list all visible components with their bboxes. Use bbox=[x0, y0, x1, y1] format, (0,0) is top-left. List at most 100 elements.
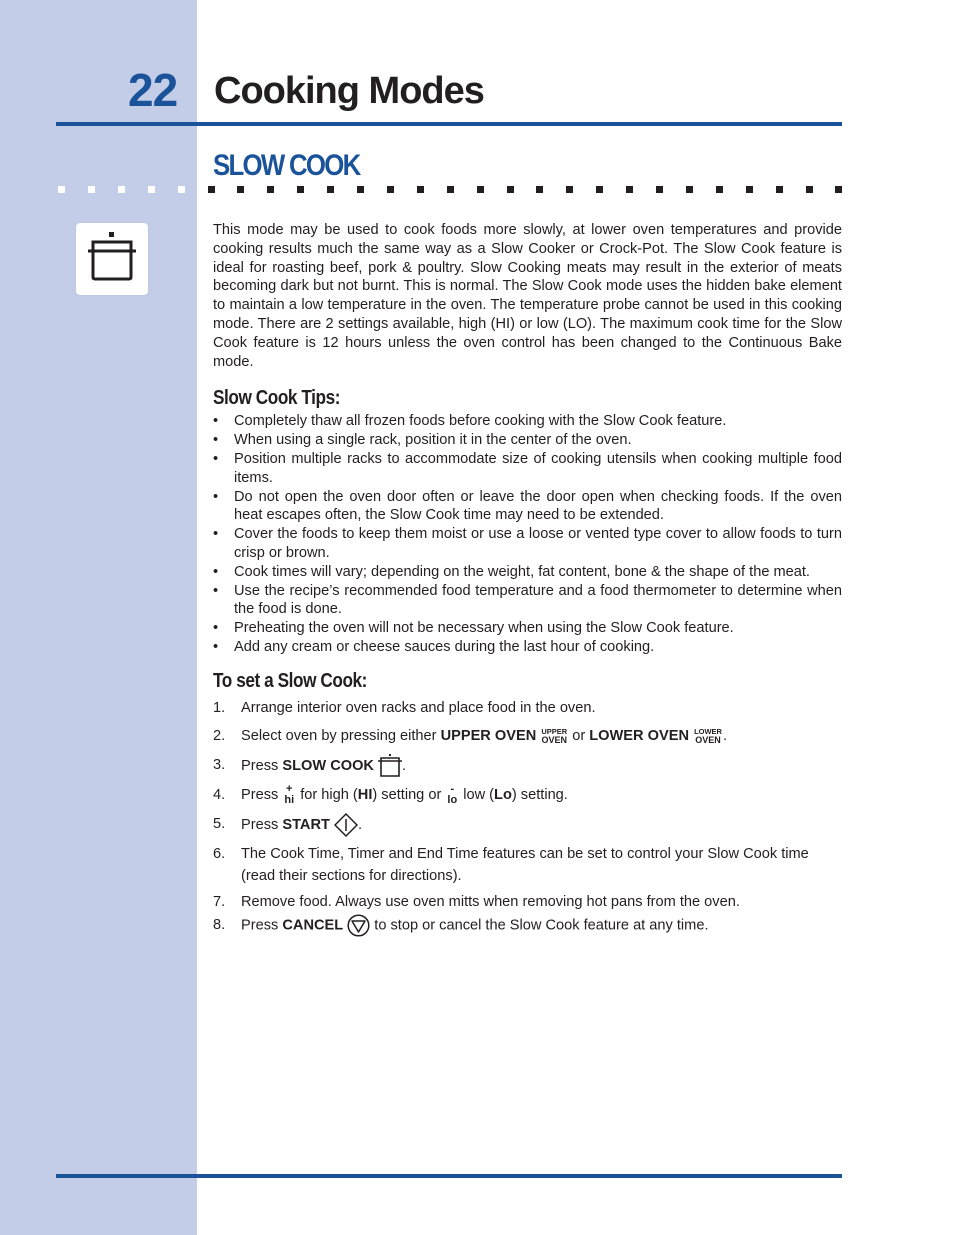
slow-cook-mode-tile bbox=[76, 223, 148, 295]
upper-oven-key-icon: UPPER OVEN bbox=[541, 727, 567, 745]
tip-item: Cover the foods to keep them moist or us… bbox=[213, 525, 842, 563]
step-text: Press bbox=[241, 917, 283, 934]
step-text: . bbox=[357, 816, 363, 833]
lower-oven-key-icon: LOWER OVEN bbox=[694, 727, 722, 745]
tip-item: Completely thaw all frozen foods before … bbox=[213, 412, 842, 431]
step-number: 5. bbox=[213, 815, 226, 832]
steps-list: 1. Arrange interior oven racks and place… bbox=[213, 697, 842, 938]
lo-code: Lo bbox=[494, 787, 512, 804]
slow-cook-pot-icon bbox=[88, 232, 136, 281]
divider-dot bbox=[386, 186, 394, 193]
divider-dot bbox=[476, 186, 484, 193]
step-item: 3. Press SLOW COOK . bbox=[213, 753, 842, 778]
content: This mode may be used to cook foods more… bbox=[213, 221, 842, 944]
step-text: . bbox=[402, 757, 407, 774]
step-text: . bbox=[722, 728, 728, 745]
divider-dot bbox=[506, 186, 514, 193]
lower-oven-label: LOWER OVEN bbox=[589, 728, 689, 745]
divider-dot bbox=[207, 186, 215, 193]
divider-dot bbox=[626, 186, 634, 193]
slow-cook-pot-icon bbox=[378, 753, 403, 777]
step-number: 2. bbox=[213, 728, 226, 745]
step-text: The Cook Time, Timer and End Time featur… bbox=[241, 846, 809, 885]
step-number: 4. bbox=[213, 787, 226, 804]
divider-dot bbox=[58, 186, 65, 193]
step-number: 1. bbox=[213, 699, 226, 716]
step-item: 8. Press CANCEL to stop or cancel the Sl… bbox=[213, 914, 842, 937]
footer-rule bbox=[56, 1174, 842, 1178]
divider-dot bbox=[775, 186, 783, 193]
hi-code: HI bbox=[357, 787, 373, 804]
divider-dot bbox=[596, 186, 604, 193]
divider-dot bbox=[87, 186, 95, 193]
step-item: 7. Remove food. Always use oven mitts wh… bbox=[213, 891, 842, 913]
tip-item: Use the recipe’s recommended food temper… bbox=[213, 582, 842, 620]
page-number: 22 bbox=[128, 64, 178, 116]
divider-dot bbox=[357, 186, 364, 193]
step-number: 8. bbox=[213, 917, 226, 934]
divider-dot bbox=[566, 186, 574, 193]
step-number: 3. bbox=[213, 756, 226, 773]
key-text-bottom: lo bbox=[447, 794, 458, 807]
tip-item: Position multiple racks to accommodate s… bbox=[213, 450, 842, 488]
slow-cook-key-label: SLOW COOK bbox=[282, 757, 374, 774]
dotted-divider bbox=[58, 186, 848, 194]
key-text-bottom: OVEN bbox=[541, 734, 567, 745]
divider-dot bbox=[805, 186, 813, 193]
step-item: 2. Select oven by pressing either UPPER … bbox=[213, 725, 842, 747]
step-text: Press bbox=[241, 757, 283, 774]
key-text-bottom: hi bbox=[284, 794, 295, 807]
tip-item: Add any cream or cheese sauces during th… bbox=[213, 638, 842, 657]
section-title: SLOW COOK bbox=[213, 149, 361, 182]
divider-dot bbox=[416, 186, 424, 193]
tip-item: When using a single rack, position it in… bbox=[213, 431, 842, 450]
steps-heading: To set a Slow Cook: bbox=[213, 669, 367, 692]
upper-oven-label: UPPER OVEN bbox=[440, 728, 537, 745]
step-text: or bbox=[568, 728, 590, 745]
divider-dot bbox=[685, 186, 693, 193]
divider-dot bbox=[446, 186, 454, 193]
step-text: ) setting. bbox=[511, 787, 568, 804]
step-text: to stop or cancel the Slow Cook feature … bbox=[370, 917, 709, 934]
step-text: Press bbox=[241, 787, 283, 804]
step-number: 6. bbox=[213, 846, 226, 863]
divider-dot bbox=[177, 186, 185, 193]
step-text: Arrange interior oven racks and place fo… bbox=[241, 699, 596, 716]
start-key-label: START bbox=[282, 816, 330, 833]
divider-dot bbox=[745, 186, 753, 193]
step-text: ) setting or bbox=[372, 787, 446, 804]
step-item: 4. Press + hi for high (HI) setting or -l… bbox=[213, 784, 842, 806]
cancel-key-label: CANCEL bbox=[282, 917, 344, 934]
tip-item: Preheating the oven will not be necessar… bbox=[213, 619, 842, 638]
step-text: Select oven by pressing either bbox=[241, 728, 441, 745]
divider-dot bbox=[835, 186, 843, 193]
divider-dot bbox=[297, 186, 305, 193]
hi-key-icon: + hi bbox=[284, 784, 294, 806]
step-item: 1. Arrange interior oven racks and place… bbox=[213, 697, 842, 719]
divider-dot bbox=[267, 186, 275, 193]
step-text: for high ( bbox=[296, 787, 358, 804]
tips-list: Completely thaw all frozen foods before … bbox=[213, 412, 842, 656]
divider-dot bbox=[327, 186, 335, 193]
step-text: low ( bbox=[459, 787, 495, 804]
step-text: Remove food. Always use oven mitts when … bbox=[241, 894, 740, 911]
divider-dot bbox=[656, 186, 663, 193]
step-item: 6. The Cook Time, Timer and End Time fea… bbox=[213, 843, 842, 887]
tip-item: Cook times will vary; depending on the w… bbox=[213, 563, 842, 582]
divider-dot bbox=[237, 186, 245, 193]
divider-dot bbox=[536, 186, 544, 193]
tip-item: Do not open the oven door often or leave… bbox=[213, 488, 842, 526]
tips-heading: Slow Cook Tips: bbox=[213, 387, 341, 410]
page-title: Cooking Modes bbox=[214, 70, 485, 112]
header-rule bbox=[56, 122, 842, 126]
step-text: Press bbox=[241, 816, 283, 833]
step-number: 7. bbox=[213, 894, 226, 911]
divider-dot bbox=[117, 186, 125, 193]
lo-key-icon: - lo bbox=[447, 784, 457, 806]
intro-paragraph: This mode may be used to cook foods more… bbox=[213, 222, 842, 370]
divider-dot bbox=[147, 186, 155, 193]
cancel-circle-icon bbox=[347, 914, 370, 937]
start-diamond-icon bbox=[333, 812, 358, 837]
step-item: 5. Press START . bbox=[213, 812, 842, 837]
divider-dot bbox=[715, 186, 723, 193]
